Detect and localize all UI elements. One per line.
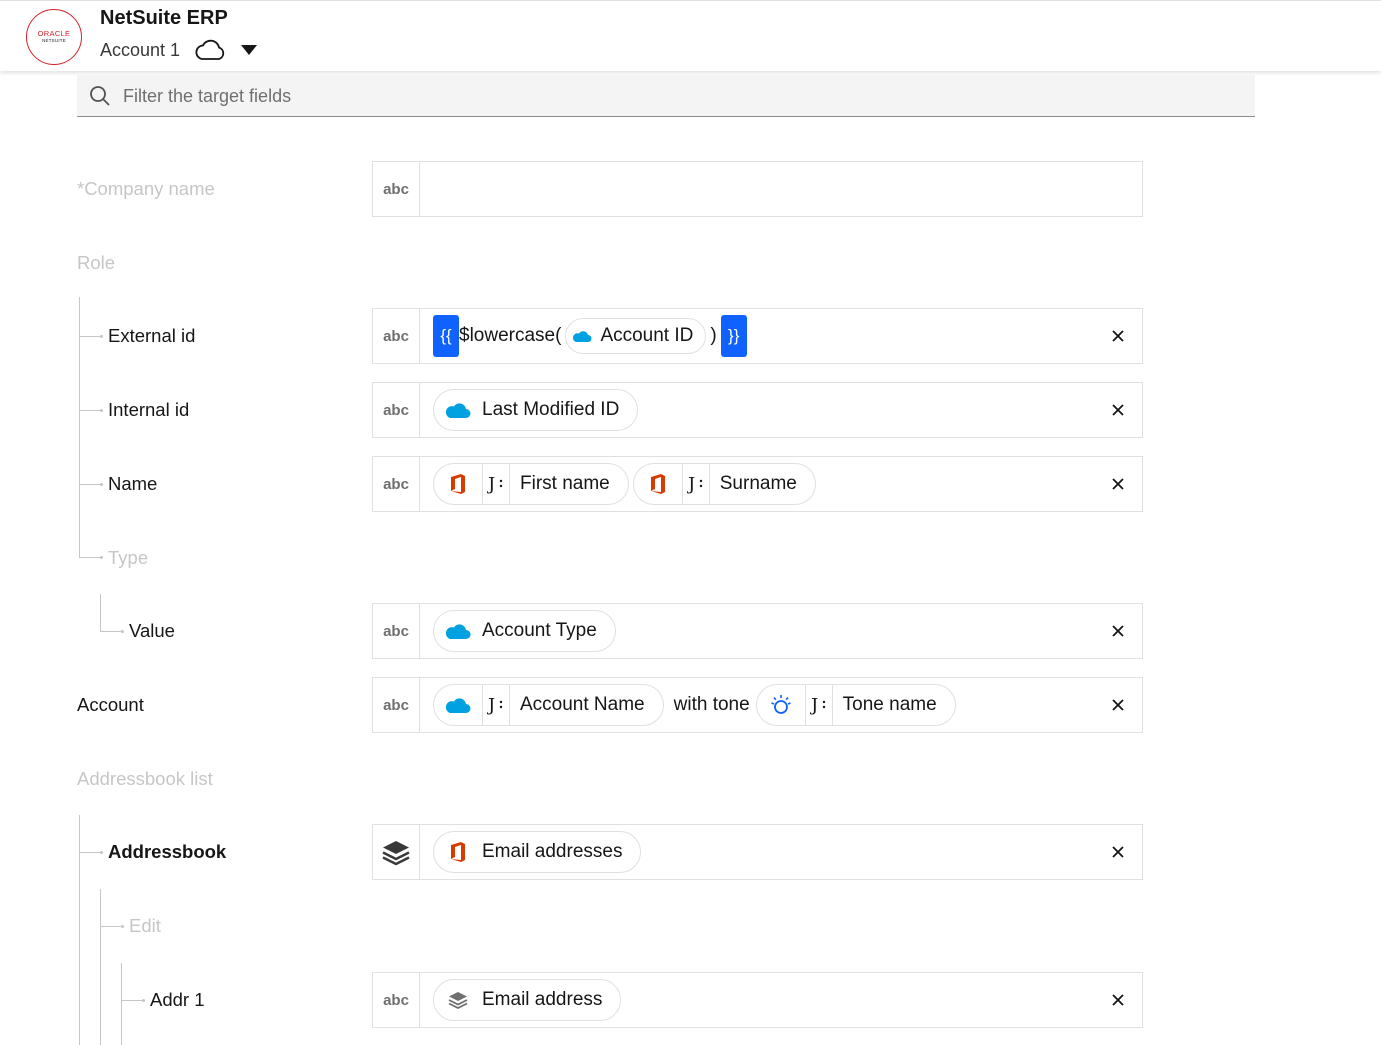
type-abc: abc <box>373 973 420 1027</box>
close-icon[interactable] <box>1110 697 1126 713</box>
tree-dot <box>121 630 124 633</box>
watson-tone-icon <box>770 695 791 714</box>
label-addr1: Addr 1 <box>150 989 205 1010</box>
tree-branch <box>100 926 122 927</box>
tree-branch <box>79 336 101 337</box>
close-icon[interactable] <box>1110 992 1126 1008</box>
close-icon[interactable] <box>1110 328 1126 344</box>
svg-text:J: J <box>810 695 818 716</box>
expression[interactable]: {{ $lowercase( Account ID ) }} <box>433 309 747 363</box>
label-role: Role <box>77 252 116 273</box>
field-external-id[interactable]: abc {{ $lowercase( Account ID ) }} <box>372 308 1143 364</box>
field-company-name[interactable]: abc <box>372 161 1143 217</box>
oracle-netsuite-logo: ORACLE NETSUITE <box>26 9 82 65</box>
field-addr1[interactable]: abc Email address <box>372 972 1143 1028</box>
svg-text:J: J <box>687 474 695 495</box>
mapping-chip[interactable]: Email address <box>433 979 622 1021</box>
type-abc: abc <box>373 309 420 363</box>
close-icon[interactable] <box>1110 844 1126 860</box>
salesforce-icon <box>445 698 471 713</box>
account-selector[interactable]: Account 1 <box>100 37 258 63</box>
function-name: $lowercase( <box>459 325 562 346</box>
jsonata-icon: J <box>487 695 503 716</box>
tree-dot <box>100 335 103 338</box>
type-abc: abc <box>373 604 420 658</box>
field-value[interactable]: abc Account Type <box>372 603 1143 659</box>
office-icon <box>650 474 665 494</box>
open-brace[interactable]: {{ <box>433 315 459 357</box>
type-array <box>373 825 420 879</box>
filter-search <box>77 75 1255 117</box>
chevron-down-icon[interactable] <box>240 44 258 56</box>
mapping-chip[interactable]: J Surname <box>632 463 816 505</box>
mapping-chip[interactable]: J Account Name <box>433 684 664 726</box>
label-addressbook: Addressbook <box>108 841 227 862</box>
label-type: Type <box>108 547 149 568</box>
close-icon[interactable] <box>1110 623 1126 639</box>
label-value: Value <box>129 620 175 641</box>
tree-line-addressbook-list <box>79 815 80 1045</box>
field-name[interactable]: abc J First name J Surname <box>372 456 1143 512</box>
close-paren: ) <box>710 325 717 346</box>
label-company-name: *Company name <box>77 178 215 199</box>
label-account: Account <box>77 694 144 715</box>
tree-branch <box>79 410 101 411</box>
jsonata-icon: J <box>687 474 702 495</box>
search-input[interactable] <box>121 75 1225 117</box>
tree-line-type <box>100 594 101 631</box>
tree-dot <box>100 483 103 486</box>
tree-dot <box>100 851 103 854</box>
svg-text:J: J <box>487 695 495 716</box>
tree-branch <box>79 852 101 853</box>
tree-branch <box>121 1000 143 1001</box>
label-name: Name <box>108 473 158 494</box>
mapping-chip[interactable]: Last Modified ID <box>433 389 639 431</box>
type-abc: abc <box>373 457 420 511</box>
close-icon[interactable] <box>1110 402 1126 418</box>
tree-dot <box>100 409 103 412</box>
field-internal-id[interactable]: abc Last Modified ID <box>372 382 1143 438</box>
salesforce-icon <box>445 403 471 418</box>
tree-branch <box>79 484 101 485</box>
field-account[interactable]: abc J Account Name with tone J Tone name <box>372 677 1143 733</box>
account-name: Account 1 <box>100 39 181 60</box>
tree-line-addressbook <box>100 889 101 1045</box>
joiner-text: with tone <box>673 694 750 715</box>
type-abc: abc <box>373 383 420 437</box>
tree-branch <box>100 631 122 632</box>
mapping-chip[interactable]: Account Type <box>433 610 616 652</box>
tree-dot <box>121 925 124 928</box>
close-icon[interactable] <box>1110 476 1126 492</box>
mapping-chip[interactable]: J First name <box>433 463 629 505</box>
tree-dot <box>142 999 145 1002</box>
mapping-chip[interactable]: Email addresses <box>433 831 642 873</box>
type-abc: abc <box>373 162 420 216</box>
salesforce-icon <box>445 624 471 639</box>
close-brace[interactable]: }} <box>720 315 747 357</box>
office-icon <box>451 474 465 494</box>
mapping-chip[interactable]: Account ID <box>565 318 707 354</box>
label-edit: Edit <box>129 915 161 936</box>
mapping-chip[interactable]: J Tone name <box>755 684 956 726</box>
field-addressbook[interactable]: Email addresses <box>372 824 1143 880</box>
layers-icon <box>448 992 468 1010</box>
jsonata-icon: J <box>487 474 503 495</box>
label-addressbook-list: Addressbook list <box>77 768 213 789</box>
tree-dot <box>100 556 103 559</box>
tree-branch <box>79 557 101 558</box>
svg-text:J: J <box>487 474 495 495</box>
cloud-icon <box>195 39 225 60</box>
office-icon <box>451 842 465 862</box>
layers-icon <box>382 841 410 866</box>
search-icon <box>90 86 110 106</box>
app-title: NetSuite ERP <box>100 7 228 29</box>
label-external-id: External id <box>108 325 196 346</box>
label-internal-id: Internal id <box>108 399 190 420</box>
tree-line-edit <box>121 963 122 1045</box>
type-abc: abc <box>373 678 420 732</box>
jsonata-icon: J <box>810 695 825 716</box>
salesforce-icon <box>573 331 592 342</box>
app-header: ORACLE NETSUITE NetSuite ERP Account 1 <box>0 0 1381 71</box>
